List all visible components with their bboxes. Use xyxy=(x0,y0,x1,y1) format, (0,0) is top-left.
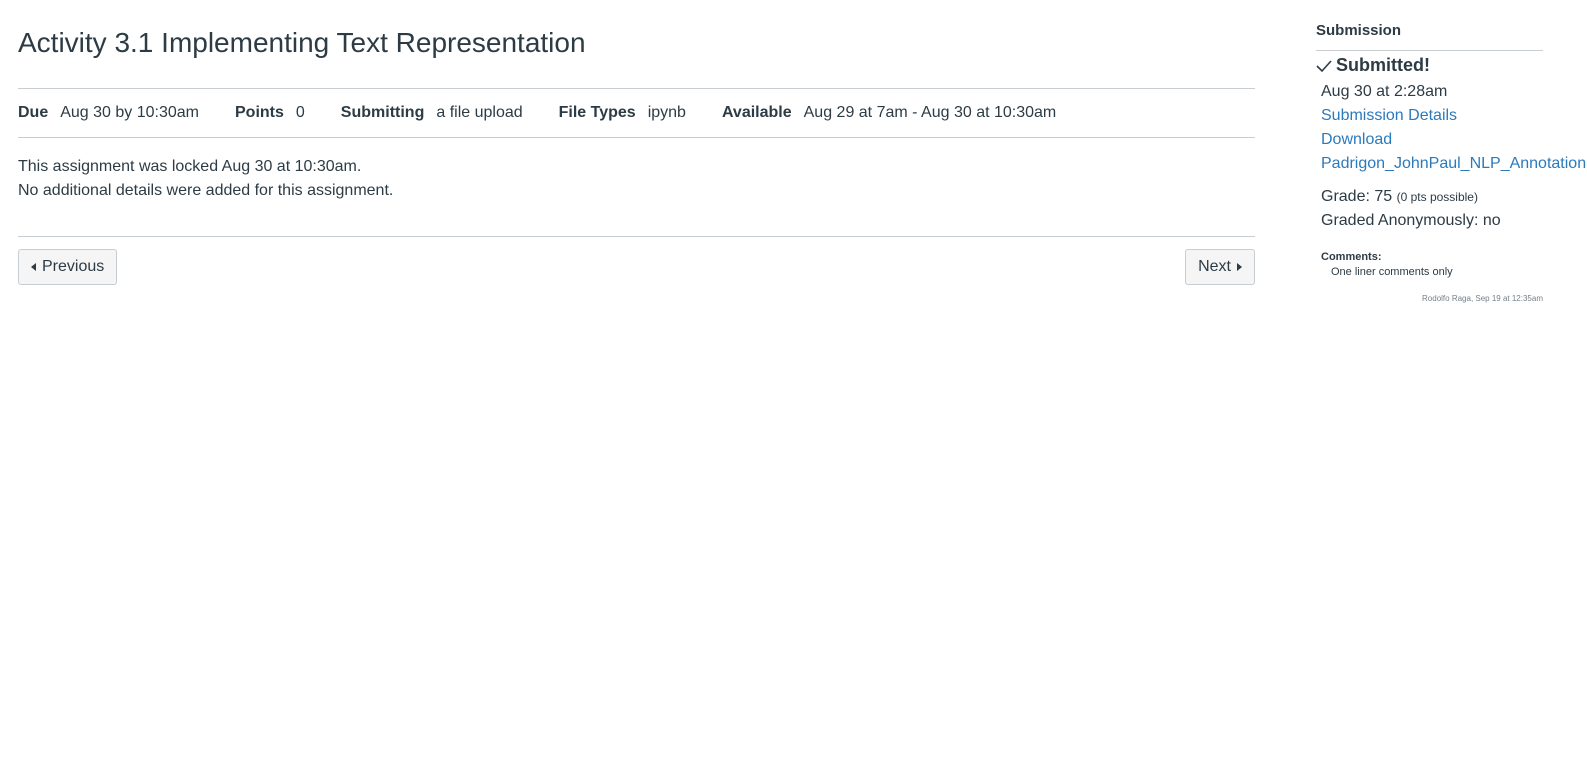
assignment-details-bar: Due Aug 30 by 10:30am Points 0 Submittin… xyxy=(18,88,1255,138)
comment-meta: Rodolfo Raga, Sep 19 at 12:35am xyxy=(1422,294,1543,303)
grade-possible: (0 pts possible) xyxy=(1396,190,1478,204)
points-detail: Points 0 xyxy=(235,104,305,122)
submitted-status-text: Submitted! xyxy=(1336,55,1430,75)
file-types-label: File Types xyxy=(558,104,636,121)
submitted-at: Aug 30 at 2:28am xyxy=(1321,83,1448,100)
submission-sidebar: Submission Submitted! Aug 30 at 2:28am S… xyxy=(1316,0,1587,775)
grade: Grade: 75 (0 pts possible) xyxy=(1321,188,1478,206)
submission-details-link[interactable]: Submission Details xyxy=(1321,107,1457,125)
comments-label: Comments: xyxy=(1321,251,1382,263)
available-label: Available xyxy=(721,104,792,121)
submitting-detail: Submitting a file upload xyxy=(341,104,523,122)
submission-divider xyxy=(1316,50,1543,51)
file-types-value: ipynb xyxy=(647,104,686,121)
submission-heading: Submission xyxy=(1316,22,1402,39)
due-detail: Due Aug 30 by 10:30am xyxy=(18,104,199,122)
submission-file-link[interactable]: Padrigon_JohnPaul_NLP_Annotation xyxy=(1321,155,1586,173)
graded-anonymously: Graded Anonymously: no xyxy=(1321,212,1501,229)
caret-right-icon xyxy=(1237,263,1242,271)
submitting-label: Submitting xyxy=(340,104,425,121)
caret-left-icon xyxy=(31,263,36,271)
due-value: Aug 30 by 10:30am xyxy=(60,104,199,121)
comment-text: One liner comments only xyxy=(1331,266,1453,278)
file-types-detail: File Types ipynb xyxy=(559,104,686,122)
locked-message: This assignment was locked Aug 30 at 10:… xyxy=(18,158,362,175)
available-value: Aug 29 at 7am - Aug 30 at 10:30am xyxy=(803,104,1057,121)
available-detail: Available Aug 29 at 7am - Aug 30 at 10:3… xyxy=(722,104,1056,122)
next-label: Next xyxy=(1198,258,1231,275)
no-details-message: No additional details were added for thi… xyxy=(18,182,394,199)
submitting-value: a file upload xyxy=(436,104,523,121)
previous-label: Previous xyxy=(42,258,105,275)
grade-value: Grade: 75 xyxy=(1321,188,1393,205)
download-link[interactable]: Download xyxy=(1321,131,1392,149)
due-label: Due xyxy=(18,104,49,121)
previous-button[interactable]: Previous xyxy=(18,249,118,285)
page-title: Activity 3.1 Implementing Text Represent… xyxy=(18,27,586,58)
next-button[interactable]: Next xyxy=(1185,249,1255,285)
assignment-description: This assignment was locked Aug 30 at 10:… xyxy=(18,155,393,203)
check-icon xyxy=(1316,59,1332,72)
points-value: 0 xyxy=(295,104,305,121)
points-label: Points xyxy=(235,104,284,121)
nav-divider xyxy=(18,236,1255,237)
submitted-status: Submitted! xyxy=(1316,55,1430,76)
